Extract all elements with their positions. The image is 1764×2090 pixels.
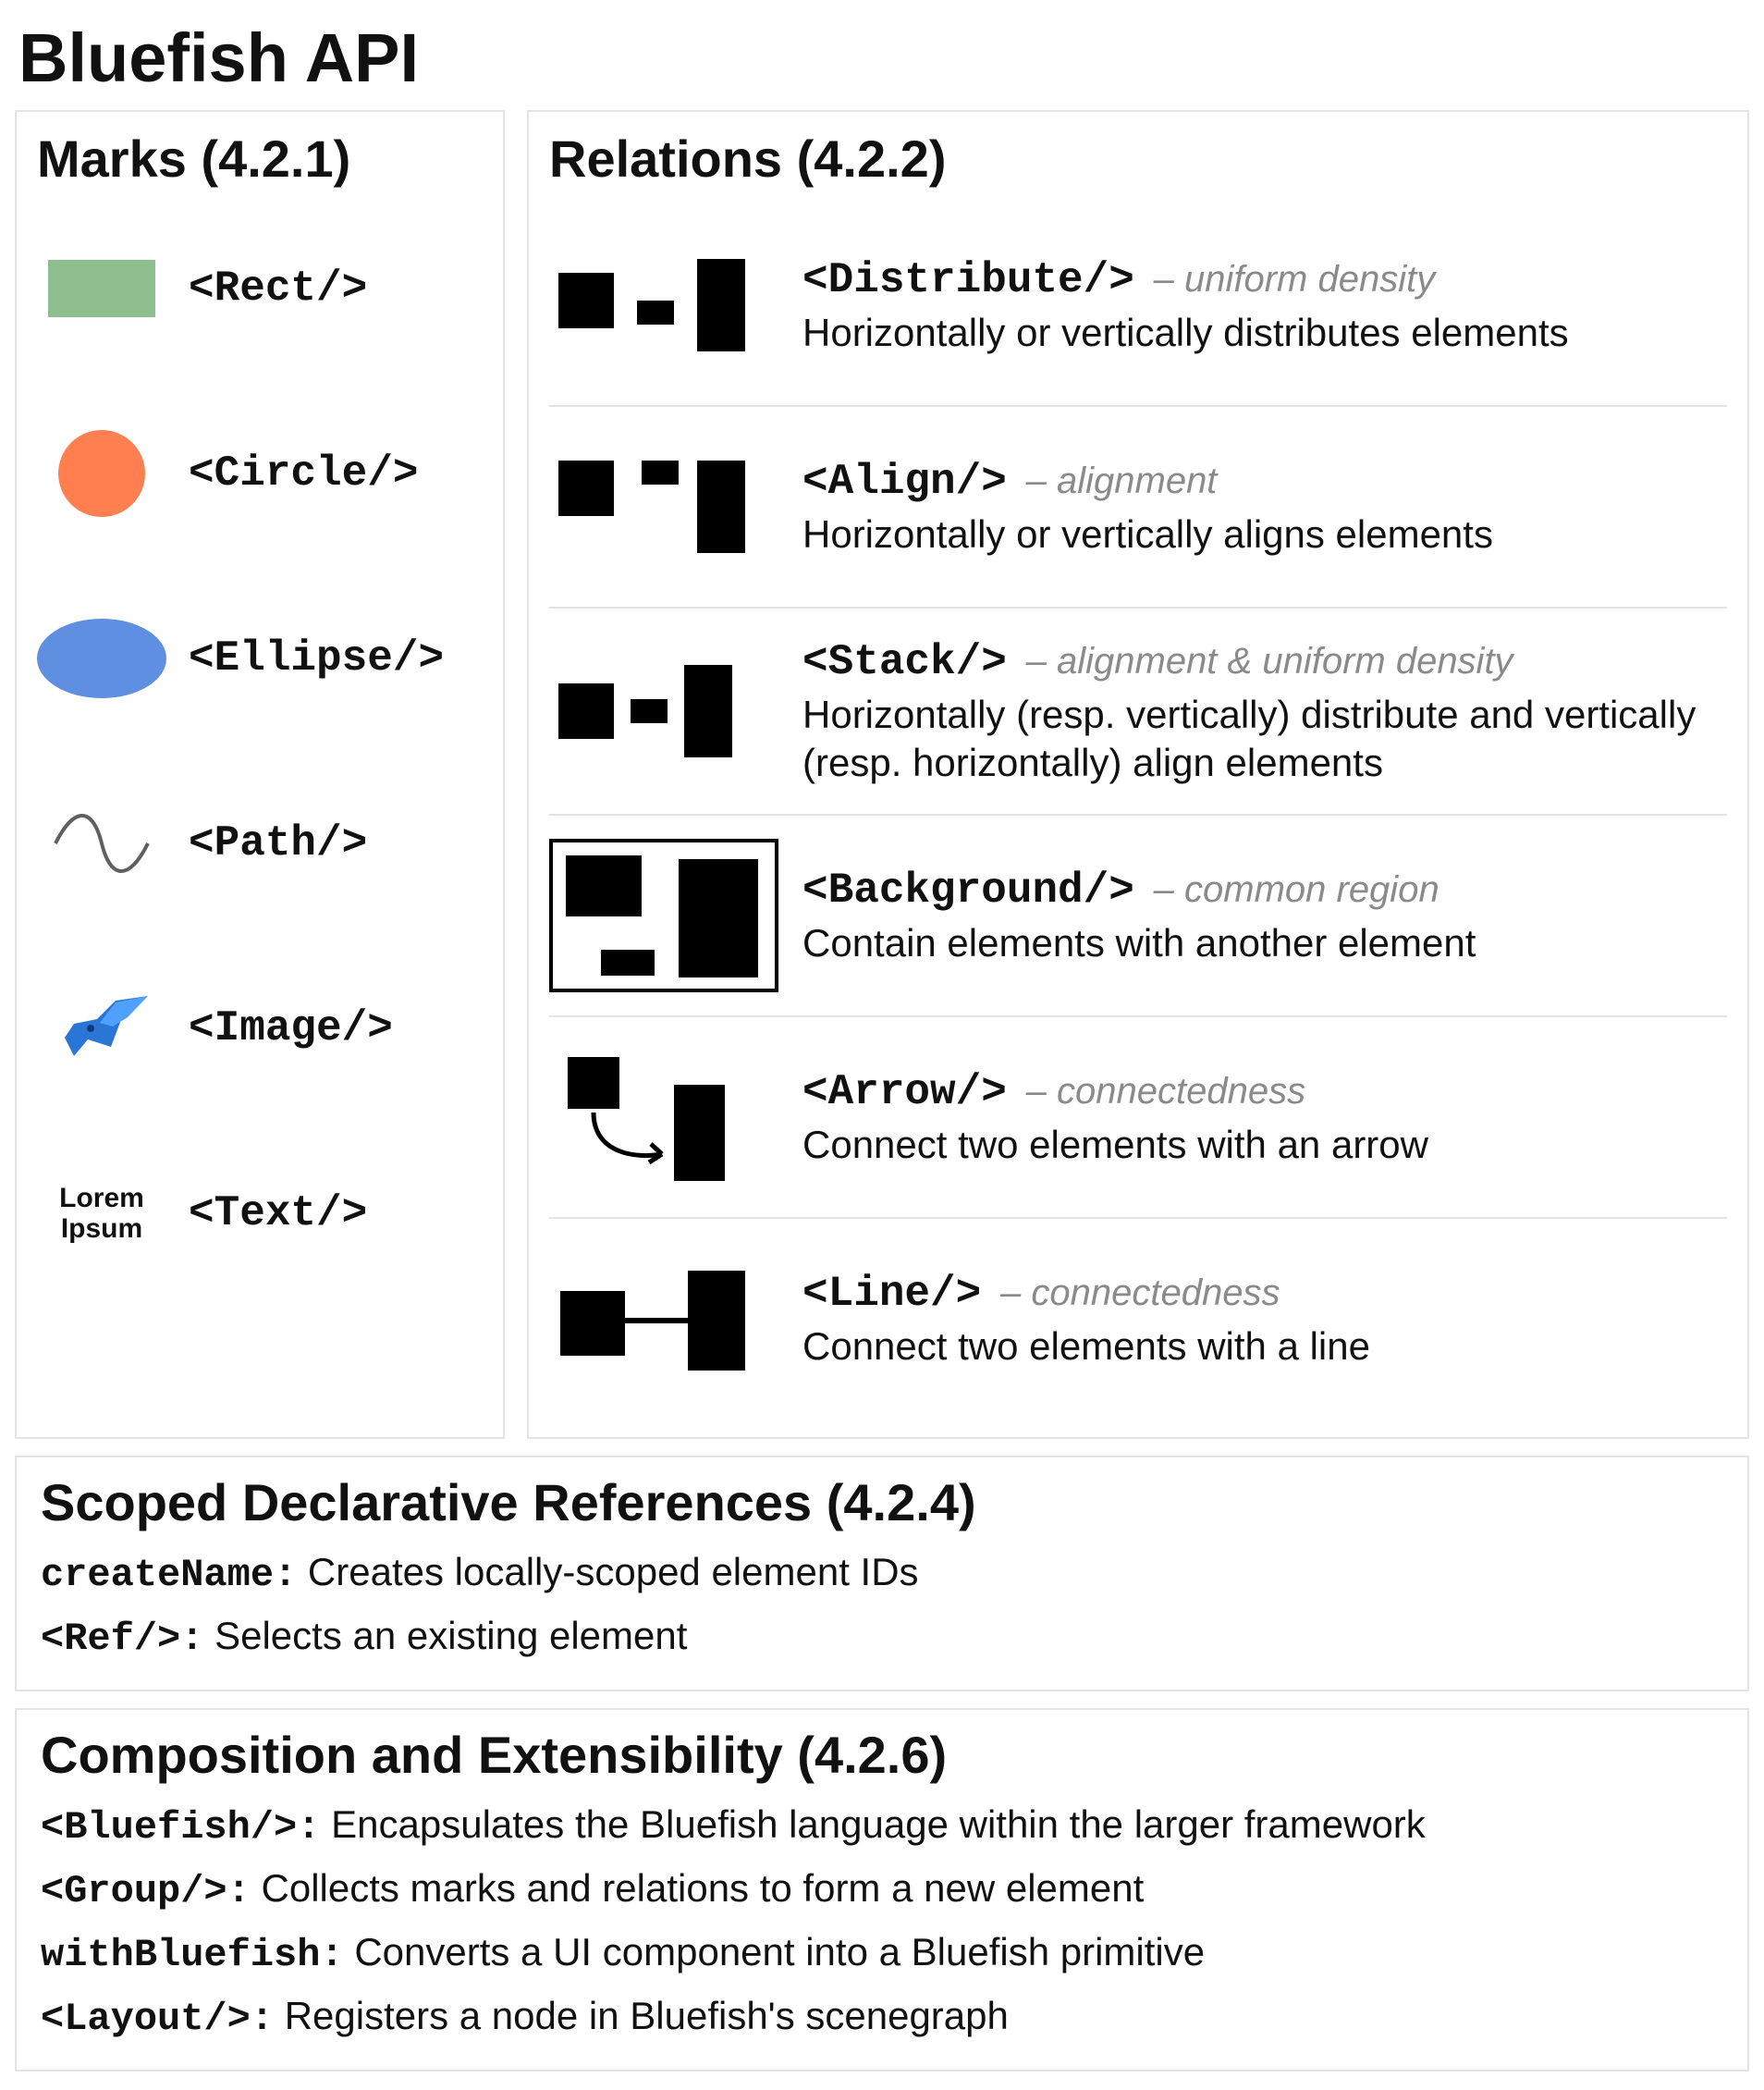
- comp-term-0: <Bluefish/>:: [41, 1805, 320, 1850]
- mark-label-ellipse: <Ellipse/>: [189, 634, 444, 682]
- line-tag: <Line/>: [802, 1270, 981, 1318]
- arrow-note: – connectedness: [1026, 1071, 1305, 1112]
- comp-term-1: <Group/>:: [41, 1869, 251, 1913]
- text-icon: Lorem Ipsum: [37, 1183, 166, 1244]
- relation-row-background: <Background/> – common region Contain el…: [549, 814, 1727, 1015]
- mark-label-path: <Path/>: [189, 819, 367, 867]
- ellipse-icon: [37, 619, 166, 698]
- align-icon: [549, 433, 780, 581]
- comp-item-0: <Bluefish/>: Encapsulates the Bluefish l…: [41, 1794, 1723, 1858]
- mark-row-path: <Path/>: [37, 760, 483, 927]
- relation-row-line: <Line/> – connectedness Connect two elem…: [549, 1217, 1727, 1419]
- comp-item-2: withBluefish: Converts a UI component in…: [41, 1922, 1723, 1986]
- distribute-desc: Horizontally or vertically distributes e…: [802, 309, 1727, 358]
- background-tag: <Background/>: [802, 867, 1134, 915]
- stack-tag: <Stack/>: [802, 638, 1007, 686]
- mark-row-circle: <Circle/>: [37, 390, 483, 557]
- marks-title: Marks (4.2.1): [37, 129, 483, 189]
- page-title: Bluefish API: [15, 18, 1749, 97]
- line-desc: Connect two elements with a line: [802, 1322, 1727, 1371]
- comp-desc-1: Collects marks and relations to form a n…: [251, 1866, 1144, 1910]
- line-note: – connectedness: [1000, 1272, 1280, 1313]
- comp-title: Composition and Extensibility (4.2.6): [41, 1725, 1723, 1785]
- mark-label-rect: <Rect/>: [189, 264, 367, 313]
- comp-desc-3: Registers a node in Bluefish's scenegrap…: [274, 1994, 1009, 2037]
- comp-desc-2: Converts a UI component into a Bluefish …: [344, 1930, 1205, 1973]
- circle-icon: [37, 430, 166, 517]
- background-note: – common region: [1154, 869, 1439, 910]
- relation-row-distribute: <Distribute/> – uniform density Horizont…: [549, 205, 1727, 405]
- stack-desc: Horizontally (resp. vertically) distribu…: [802, 691, 1727, 788]
- scoped-title: Scoped Declarative References (4.2.4): [41, 1472, 1723, 1532]
- relation-row-arrow: <Arrow/> – connectedness Connect two ele…: [549, 1015, 1727, 1217]
- path-icon: [37, 806, 166, 880]
- relation-row-stack: <Stack/> – alignment & uniform density H…: [549, 607, 1727, 814]
- mark-label-image: <Image/>: [189, 1004, 393, 1052]
- scoped-item-1: <Ref/>: Selects an existing element: [41, 1605, 1723, 1669]
- relation-row-align: <Align/> – alignment Horizontally or ver…: [549, 405, 1727, 607]
- relations-panel: Relations (4.2.2) <Distribute/> – unifor…: [527, 110, 1749, 1439]
- comp-item-1: <Group/>: Collects marks and relations t…: [41, 1858, 1723, 1922]
- comp-panel: Composition and Extensibility (4.2.6) <B…: [15, 1708, 1749, 2072]
- align-tag: <Align/>: [802, 458, 1007, 506]
- comp-term-2: withBluefish:: [41, 1933, 344, 1977]
- scoped-item-0: createName: Creates locally-scoped eleme…: [41, 1542, 1723, 1605]
- marks-panel: Marks (4.2.1) <Rect/> <Circle/> <Ellipse…: [15, 110, 505, 1439]
- stack-icon: [549, 637, 780, 785]
- comp-term-3: <Layout/>:: [41, 1997, 274, 2041]
- comp-desc-0: Encapsulates the Bluefish language withi…: [320, 1802, 1425, 1846]
- mark-row-image: <Image/>: [37, 945, 483, 1112]
- distribute-note: – uniform density: [1154, 259, 1436, 300]
- scoped-desc-1: Selects an existing element: [203, 1614, 687, 1657]
- stack-note: – alignment & uniform density: [1026, 641, 1513, 682]
- scoped-term-0: createName:: [41, 1553, 297, 1597]
- arrow-icon: [549, 1043, 780, 1191]
- background-desc: Contain elements with another element: [802, 919, 1727, 968]
- background-icon: [549, 842, 780, 990]
- distribute-tag: <Distribute/>: [802, 256, 1134, 304]
- lorem-line2: Ipsum: [59, 1213, 144, 1244]
- scoped-term-1: <Ref/>:: [41, 1617, 203, 1661]
- arrow-desc: Connect two elements with an arrow: [802, 1121, 1727, 1170]
- arrow-tag: <Arrow/>: [802, 1068, 1007, 1116]
- mark-row-ellipse: <Ellipse/>: [37, 575, 483, 742]
- mark-row-text: Lorem Ipsum <Text/>: [37, 1130, 483, 1297]
- image-icon: [37, 982, 166, 1075]
- align-desc: Horizontally or vertically aligns elemen…: [802, 510, 1727, 559]
- lorem-line1: Lorem: [59, 1183, 144, 1213]
- align-note: – alignment: [1026, 461, 1218, 501]
- scoped-desc-0: Creates locally-scoped element IDs: [297, 1550, 918, 1593]
- relations-title: Relations (4.2.2): [549, 129, 1727, 189]
- distribute-icon: [549, 231, 780, 379]
- scoped-panel: Scoped Declarative References (4.2.4) cr…: [15, 1456, 1749, 1691]
- mark-label-text: <Text/>: [189, 1189, 367, 1237]
- mark-label-circle: <Circle/>: [189, 449, 418, 498]
- rect-icon: [37, 260, 166, 317]
- comp-item-3: <Layout/>: Registers a node in Bluefish'…: [41, 1986, 1723, 2049]
- mark-row-rect: <Rect/>: [37, 205, 483, 372]
- line-icon: [549, 1245, 780, 1393]
